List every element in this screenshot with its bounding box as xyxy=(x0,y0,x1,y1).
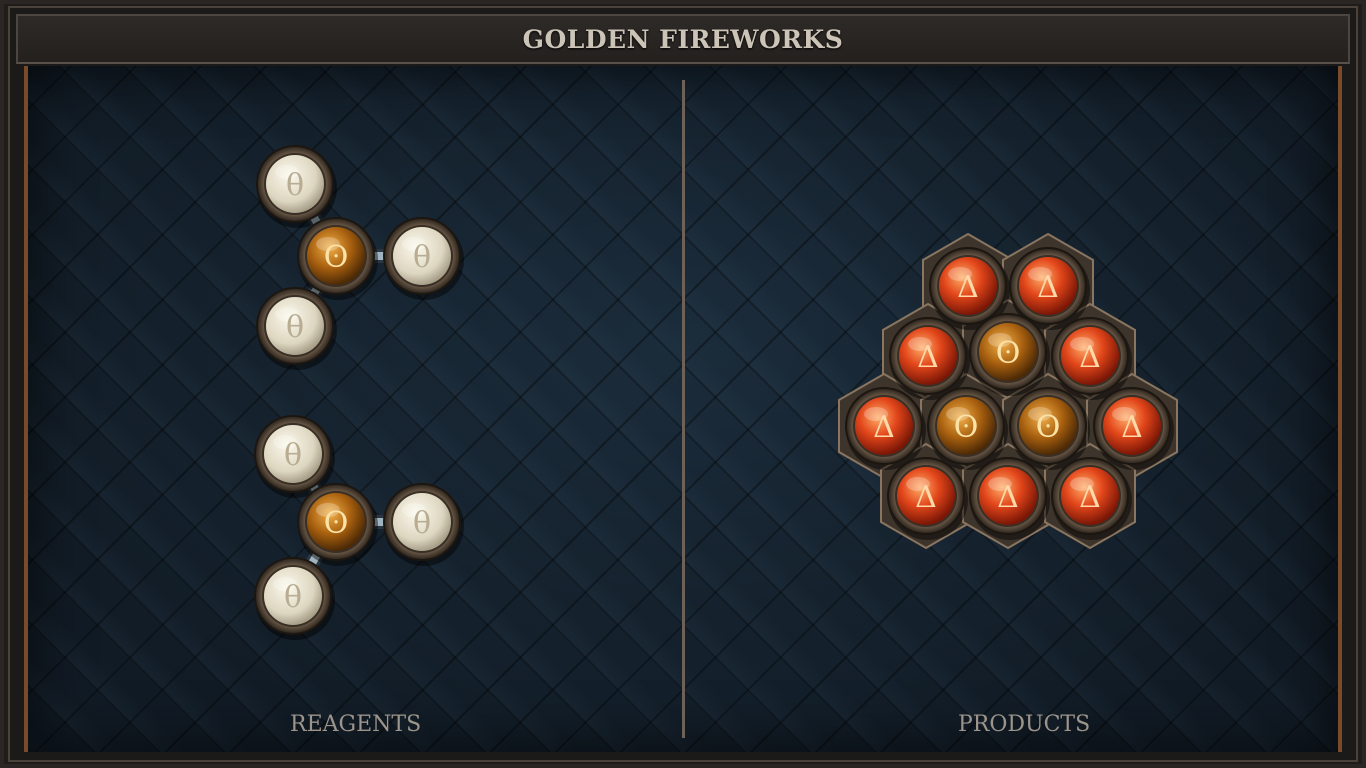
salt-symbol: θ xyxy=(286,310,304,345)
salt-symbol: θ xyxy=(413,240,431,275)
fire-symbol: Δ xyxy=(997,480,1019,515)
gold-symbol: ʘ xyxy=(1036,410,1061,445)
fire-symbol: Δ xyxy=(1079,480,1101,515)
fire-symbol: Δ xyxy=(957,270,979,305)
salt-symbol: θ xyxy=(284,580,302,615)
gold-symbol: ʘ xyxy=(324,240,349,275)
gold-symbol: ʘ xyxy=(996,336,1021,371)
fire-symbol: Δ xyxy=(1079,340,1101,375)
molecule-canvas: θʘ θθθʘ θθΔ ΔΔ ʘ ΔΔ ʘ ʘ ΔΔ Δ Δ xyxy=(254,145,1178,640)
reagent-molecule-2-atom-4-salt: θ xyxy=(254,557,335,640)
reagent-molecule-2-atom-3-salt: θ xyxy=(383,483,464,566)
reagent-molecule-2-atom-2-gold: ʘ xyxy=(297,483,378,566)
atom-layer: θʘ θθθʘ θθΔ ΔΔ ʘ ΔΔ ʘ ʘ ΔΔ Δ Δ xyxy=(254,145,1174,640)
gold-symbol: ʘ xyxy=(324,506,349,541)
reagent-molecule-1-atom-2-gold: ʘ xyxy=(297,217,378,300)
reagent-molecule-1-atom-4-salt: θ xyxy=(256,287,337,370)
reagent-molecule-1-atom-1-salt: θ xyxy=(256,145,337,228)
fire-symbol: Δ xyxy=(917,340,939,375)
salt-symbol: θ xyxy=(286,168,304,203)
reagent-molecule-1-atom-3-salt: θ xyxy=(383,217,464,300)
fire-symbol: Δ xyxy=(873,410,895,445)
fire-symbol: Δ xyxy=(915,480,937,515)
fire-symbol: Δ xyxy=(1037,270,1059,305)
gold-symbol: ʘ xyxy=(954,410,979,445)
salt-symbol: θ xyxy=(284,438,302,473)
fire-symbol: Δ xyxy=(1121,410,1143,445)
salt-symbol: θ xyxy=(413,506,431,541)
